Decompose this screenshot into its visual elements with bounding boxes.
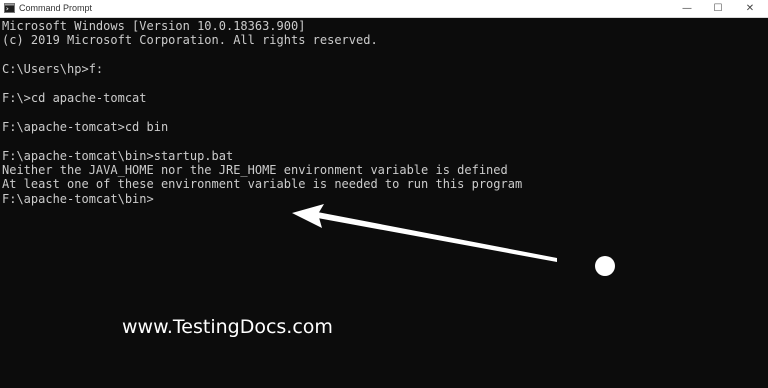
watermark-text: www.TestingDocs.com — [122, 316, 333, 338]
command-prompt-window: Command Prompt — ☐ ✕ Microsoft Windows [… — [0, 0, 768, 388]
annotation-dot — [595, 256, 615, 276]
arrow-shaft — [312, 211, 557, 262]
annotation-overlay — [292, 204, 615, 276]
